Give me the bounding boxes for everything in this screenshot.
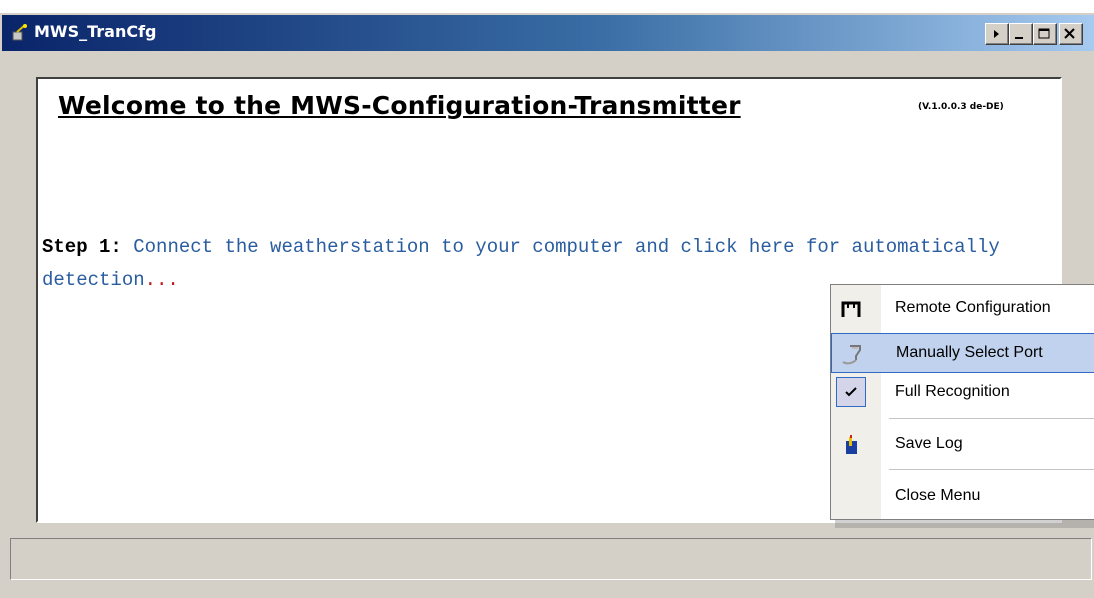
- title-menu-button[interactable]: [985, 23, 1009, 45]
- minimize-button[interactable]: [1009, 23, 1033, 45]
- maximize-button[interactable]: [1033, 23, 1057, 45]
- menu-item-label: Save Log: [895, 435, 963, 452]
- minimize-icon: [1015, 37, 1023, 39]
- step-ellipsis: ...: [144, 269, 179, 291]
- context-menu: Remote Configuration Manually Select Por…: [830, 284, 1094, 520]
- menu-item-label: Full Recognition: [895, 383, 1010, 400]
- step-text: Connect the weatherstation to your compu…: [42, 236, 1000, 291]
- remote-config-icon: [841, 301, 861, 317]
- serial-port-icon: [842, 345, 861, 365]
- menu-item-label: Remote Configuration: [895, 299, 1051, 316]
- menu-item-save-log[interactable]: Save Log: [831, 425, 1094, 465]
- menu-item-manually-select-port[interactable]: Manually Select Port: [831, 333, 1094, 373]
- app-icon: [12, 24, 27, 41]
- menu-item-full-recognition[interactable]: Full Recognition: [831, 373, 1094, 413]
- version-label: (V.1.0.0.3 de-DE): [918, 102, 1004, 112]
- close-icon: [1064, 28, 1075, 39]
- menu-item-remote-configuration[interactable]: Remote Configuration: [831, 289, 1094, 329]
- menu-item-label: Close Menu: [895, 487, 981, 504]
- checkmark-icon: [845, 387, 857, 397]
- close-button[interactable]: [1059, 23, 1083, 45]
- menu-separator: [889, 469, 1094, 470]
- maximize-icon: [1038, 28, 1050, 39]
- welcome-headline: Welcome to the MWS-Configuration-Transmi…: [58, 91, 741, 120]
- step-label: Step 1:: [42, 236, 122, 258]
- window-title: MWS_TranCfg: [34, 22, 157, 41]
- menu-separator: [889, 418, 1094, 419]
- title-bar[interactable]: MWS_TranCfg: [2, 15, 1094, 51]
- checkbox-indicator: [836, 377, 866, 407]
- status-bar: [10, 538, 1092, 580]
- save-log-icon: [846, 435, 857, 454]
- play-right-icon: [994, 30, 999, 38]
- menu-item-close-menu[interactable]: Close Menu: [831, 477, 1094, 517]
- menu-item-label: Manually Select Port: [896, 344, 1043, 361]
